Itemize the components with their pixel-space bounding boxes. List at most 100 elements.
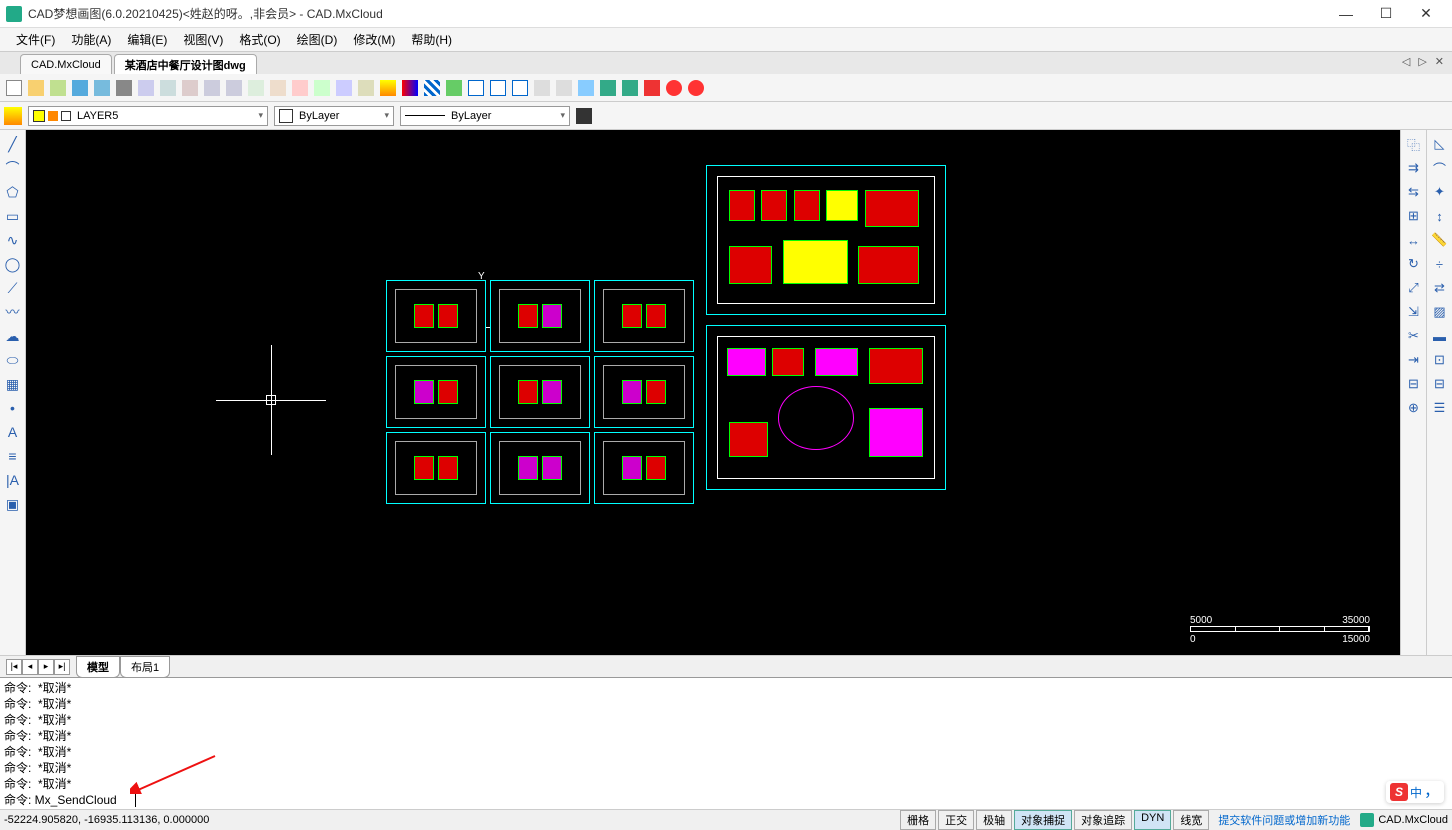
polygon-tool[interactable]: ⬠ [3, 182, 23, 202]
paste-button[interactable] [334, 78, 354, 98]
chamfer-tool[interactable]: ◺ [1430, 134, 1450, 154]
menu-edit[interactable]: 编辑(E) [119, 28, 175, 51]
curve-tool[interactable]: ∿ [3, 230, 23, 250]
doc-tab-cloud[interactable]: CAD.MxCloud [20, 54, 112, 74]
divide-tool[interactable]: ÷ [1430, 254, 1450, 274]
menu-format[interactable]: 格式(O) [231, 28, 288, 51]
line-tool[interactable]: ╱ [3, 134, 23, 154]
status-toggle-DYN[interactable]: DYN [1134, 810, 1171, 830]
saveas-button[interactable] [92, 78, 112, 98]
linetype-dropdown[interactable]: ByLayer [400, 106, 570, 126]
fillet-tool[interactable]: ⌒ [1430, 158, 1450, 178]
bring-front-button[interactable] [510, 78, 530, 98]
open-button[interactable] [26, 78, 46, 98]
mtext-tool[interactable]: ≡ [3, 446, 23, 466]
layer-dropdown[interactable]: LAYER5 [28, 106, 268, 126]
layout-nav-last-icon[interactable]: ▸| [54, 659, 70, 675]
toggle-button[interactable] [488, 78, 508, 98]
hatch-button[interactable] [422, 78, 442, 98]
props-tool[interactable]: ☰ [1430, 398, 1450, 418]
layers-button[interactable] [378, 78, 398, 98]
close-button[interactable]: ✕ [1406, 0, 1446, 28]
redo-button[interactable] [554, 78, 574, 98]
zoom-window-button[interactable] [180, 78, 200, 98]
status-toggle-线宽[interactable]: 线宽 [1173, 810, 1209, 830]
spline-tool[interactable]: 〰 [3, 302, 23, 322]
zoom-in-button[interactable] [136, 78, 156, 98]
arc-tool[interactable]: ⌒ [3, 158, 23, 178]
color-dropdown[interactable]: ByLayer [274, 106, 394, 126]
lineweight-icon[interactable] [576, 108, 592, 124]
help-button[interactable] [686, 78, 706, 98]
doc-tab-drawing[interactable]: 某酒店中餐厅设计图dwg [114, 54, 257, 74]
hatch-edit-tool[interactable]: ▨ [1430, 302, 1450, 322]
block-tool[interactable]: ▣ [3, 494, 23, 514]
menu-function[interactable]: 功能(A) [63, 28, 119, 51]
lengthen-tool[interactable]: ↕ [1430, 206, 1450, 226]
menu-draw[interactable]: 绘图(D) [289, 28, 346, 51]
tab-close-icon[interactable]: ✕ [1433, 55, 1446, 68]
text-A-tool[interactable]: A [3, 422, 23, 442]
tab-layout1[interactable]: 布局1 [120, 656, 170, 678]
status-toggle-栅格[interactable]: 栅格 [900, 810, 936, 830]
menu-view[interactable]: 视图(V) [175, 28, 231, 51]
gradient-button[interactable] [400, 78, 420, 98]
layout-nav-next-icon[interactable]: ▸ [38, 659, 54, 675]
layer-manager-icon[interactable] [4, 107, 22, 125]
table-button[interactable] [466, 78, 486, 98]
copy2-tool[interactable]: ⿻ [1404, 134, 1424, 154]
zoom-prev-button[interactable] [246, 78, 266, 98]
ungroup-tool[interactable]: ⊟ [1430, 374, 1450, 394]
rectangle-tool[interactable]: ▭ [3, 206, 23, 226]
point-tool[interactable]: • [3, 398, 23, 418]
menu-help[interactable]: 帮助(H) [403, 28, 460, 51]
status-toggle-极轴[interactable]: 极轴 [976, 810, 1012, 830]
zoom-dyn-button[interactable] [224, 78, 244, 98]
undo-button[interactable] [532, 78, 552, 98]
ellipse-tool[interactable]: ⬭ [3, 350, 23, 370]
array-tool[interactable]: ⊞ [1404, 206, 1424, 226]
region-tool[interactable]: ▦ [3, 374, 23, 394]
layout-nav-prev-icon[interactable]: ◂ [22, 659, 38, 675]
ime-indicator[interactable]: S 中 ， [1386, 781, 1444, 803]
text-IA-tool[interactable]: |A [3, 470, 23, 490]
align-tool[interactable]: ⇄ [1430, 278, 1450, 298]
status-toggle-对象捕捉[interactable]: 对象捕捉 [1014, 810, 1072, 830]
chm-button[interactable] [664, 78, 684, 98]
rotate-tool[interactable]: ↻ [1404, 254, 1424, 274]
save-button[interactable] [70, 78, 90, 98]
menu-file[interactable]: 文件(F) [8, 28, 63, 51]
zoom-out-button[interactable] [158, 78, 178, 98]
trim-tool[interactable]: ✂ [1404, 326, 1424, 346]
maximize-button[interactable]: ☐ [1366, 0, 1406, 28]
revcloud-tool[interactable]: ☁ [3, 326, 23, 346]
print-button[interactable] [114, 78, 134, 98]
command-input[interactable] [35, 793, 135, 807]
polyline-tool[interactable]: ⟋ [3, 278, 23, 298]
offset-tool[interactable]: ⇉ [1404, 158, 1424, 178]
measure-tool[interactable]: 📏 [1430, 230, 1450, 250]
web-button[interactable] [598, 78, 618, 98]
tab-nav-next-icon[interactable]: ▷ [1416, 55, 1428, 68]
drawing-canvas[interactable]: YX [26, 130, 1400, 655]
cut-button[interactable] [290, 78, 310, 98]
zoom-all-button[interactable] [202, 78, 222, 98]
circle-tool[interactable]: ◯ [3, 254, 23, 274]
pan-button[interactable] [268, 78, 288, 98]
status-toggle-对象追踪[interactable]: 对象追踪 [1074, 810, 1132, 830]
image-button[interactable] [444, 78, 464, 98]
tab-model[interactable]: 模型 [76, 656, 120, 678]
status-toggle-正交[interactable]: 正交 [938, 810, 974, 830]
join-tool[interactable]: ⊕ [1404, 398, 1424, 418]
web2-button[interactable] [620, 78, 640, 98]
break-tool[interactable]: ⊟ [1404, 374, 1424, 394]
open-green-button[interactable] [48, 78, 68, 98]
menu-modify[interactable]: 修改(M) [345, 28, 403, 51]
wipeout-tool[interactable]: ▬ [1430, 326, 1450, 346]
mirror-tool[interactable]: ⇆ [1404, 182, 1424, 202]
new-button[interactable] [4, 78, 24, 98]
stretch-tool[interactable]: ⇲ [1404, 302, 1424, 322]
layout-nav-first-icon[interactable]: |◂ [6, 659, 22, 675]
copy-button[interactable] [312, 78, 332, 98]
cloud-button[interactable] [576, 78, 596, 98]
